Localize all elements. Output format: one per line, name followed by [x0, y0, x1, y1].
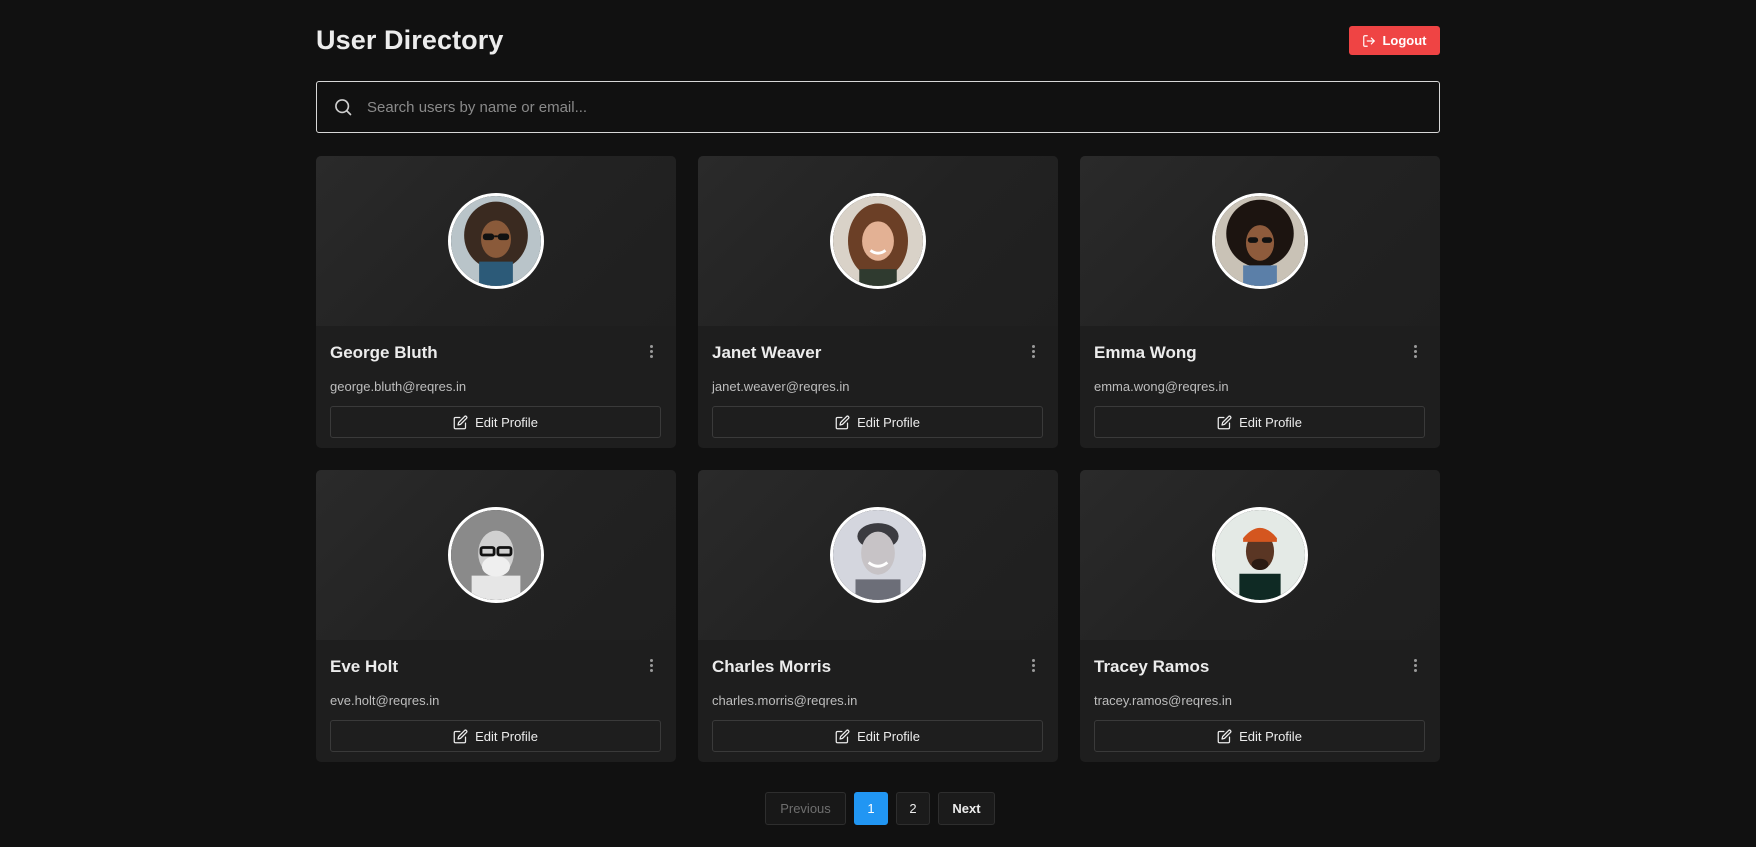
user-card: Eve Holt eve.holt@reqres.in Edit Profile — [316, 470, 676, 762]
search-icon — [335, 99, 352, 116]
edit-icon — [453, 415, 468, 429]
edit-profile-label: Edit Profile — [857, 728, 920, 744]
card-header — [316, 156, 676, 326]
card-header — [698, 470, 1058, 640]
user-name: Janet Weaver — [712, 343, 822, 362]
more-vertical-icon[interactable] — [1408, 656, 1422, 674]
card-header — [1080, 156, 1440, 326]
card-header — [698, 156, 1058, 326]
edit-profile-label: Edit Profile — [857, 414, 920, 430]
avatar — [1212, 507, 1308, 603]
avatar — [448, 193, 544, 289]
user-card: Emma Wong emma.wong@reqres.in Edit Profi… — [1080, 156, 1440, 448]
more-vertical-icon[interactable] — [1026, 342, 1040, 360]
user-name: Emma Wong — [1094, 343, 1197, 362]
user-name: Tracey Ramos — [1094, 657, 1210, 676]
edit-profile-label: Edit Profile — [475, 728, 538, 744]
edit-profile-button[interactable]: Edit Profile — [330, 720, 661, 752]
more-vertical-icon[interactable] — [1026, 656, 1040, 674]
user-card: George Bluth george.bluth@reqres.in Edit… — [316, 156, 676, 448]
edit-profile-label: Edit Profile — [1239, 728, 1302, 744]
card-header — [1080, 470, 1440, 640]
previous-page-button[interactable]: Previous — [765, 792, 846, 825]
search-box — [316, 81, 1440, 133]
edit-profile-label: Edit Profile — [1239, 414, 1302, 430]
edit-profile-button[interactable]: Edit Profile — [712, 406, 1043, 438]
edit-icon — [1217, 729, 1232, 743]
user-name: Eve Holt — [330, 657, 399, 676]
avatar — [448, 507, 544, 603]
edit-profile-label: Edit Profile — [475, 414, 538, 430]
edit-icon — [835, 729, 850, 743]
edit-profile-button[interactable]: Edit Profile — [1094, 406, 1425, 438]
search-input[interactable] — [367, 82, 1439, 132]
user-email: emma.wong@reqres.in — [1094, 379, 1229, 394]
edit-profile-button[interactable]: Edit Profile — [330, 406, 661, 438]
next-page-button[interactable]: Next — [938, 792, 995, 825]
user-email: janet.weaver@reqres.in — [712, 379, 850, 394]
pagination: Previous 1 2 Next — [765, 792, 995, 825]
user-email: george.bluth@reqres.in — [330, 379, 467, 394]
edit-profile-button[interactable]: Edit Profile — [712, 720, 1043, 752]
user-name: George Bluth — [330, 343, 438, 362]
header: User Directory Logout — [316, 0, 1440, 80]
edit-icon — [1217, 415, 1232, 429]
card-header — [316, 470, 676, 640]
avatar — [830, 193, 926, 289]
page-title: User Directory — [316, 25, 504, 55]
avatar — [1212, 193, 1308, 289]
more-vertical-icon[interactable] — [1408, 342, 1422, 360]
page-2-button[interactable]: 2 — [896, 792, 930, 825]
more-vertical-icon[interactable] — [644, 342, 658, 360]
avatar — [830, 507, 926, 603]
logout-icon — [1363, 34, 1376, 47]
user-email: tracey.ramos@reqres.in — [1094, 693, 1232, 708]
user-directory-page: User Directory Logout Search users by na… — [316, 0, 1440, 825]
user-name: Charles Morris — [712, 657, 832, 676]
edit-profile-button[interactable]: Edit Profile — [1094, 720, 1425, 752]
logout-label: Logout — [1382, 33, 1427, 48]
more-vertical-icon[interactable] — [644, 656, 658, 674]
edit-icon — [835, 415, 850, 429]
logout-button[interactable]: Logout — [1349, 26, 1440, 55]
edit-icon — [453, 729, 468, 743]
user-card-grid: George Bluth george.bluth@reqres.in Edit… — [316, 156, 1440, 762]
user-card: Janet Weaver janet.weaver@reqres.in Edit… — [698, 156, 1058, 448]
user-email: eve.holt@reqres.in — [330, 693, 440, 708]
user-card: Tracey Ramos tracey.ramos@reqres.in Edit… — [1080, 470, 1440, 762]
page-1-button[interactable]: 1 — [854, 792, 888, 825]
user-card: Charles Morris charles.morris@reqres.in … — [698, 470, 1058, 762]
user-email: charles.morris@reqres.in — [712, 693, 858, 708]
